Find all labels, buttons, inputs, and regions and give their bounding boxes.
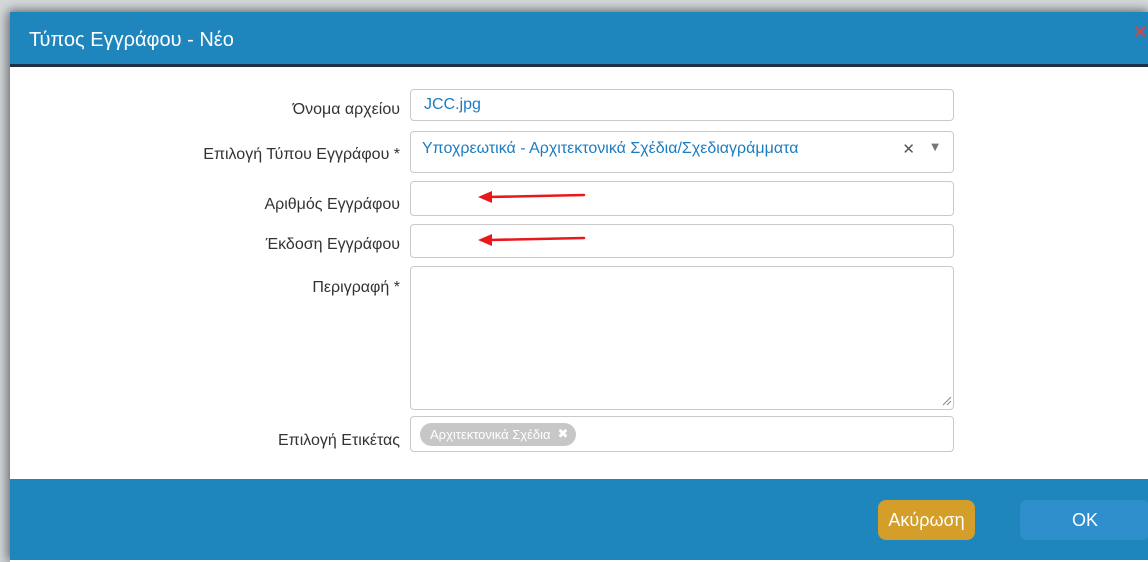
remove-tag-icon[interactable]: ✖ [558,427,569,442]
chevron-down-icon[interactable]: ▼ [931,142,939,153]
new-document-type-dialog: Τύπος Εγγράφου - Νέο ✕ Όνομα αρχείου Επι… [10,12,1148,562]
dialog-footer: Ακύρωση OK [10,479,1148,560]
document-type-select[interactable]: Υποχρεωτικά - Αρχιτεκτονικά Σχέδια/Σχεδι… [410,131,954,173]
cancel-button[interactable]: Ακύρωση [878,500,975,540]
description-label: Περιγραφή * [312,279,400,296]
file-name-label: Όνομα αρχείου [292,101,400,118]
document-type-selected-value: Υποχρεωτικά - Αρχιτεκτονικά Σχέδια/Σχεδι… [422,140,799,157]
arrow-annotation-document-number [478,191,586,203]
tag-select-label: Επιλογή Ετικέτας [278,432,400,449]
document-number-label: Αριθμός Εγγράφου [264,196,400,213]
file-name-input[interactable] [411,90,953,120]
description-textarea[interactable] [410,266,954,410]
tag-chip-label: Αρχιτεκτονικά Σχέδια [430,427,551,442]
document-version-label: Έκδοση Εγγράφου [265,236,400,253]
clear-icon[interactable]: ✕ [902,140,915,158]
document-type-label: Επιλογή Τύπου Εγγράφου * [203,146,400,163]
tag-select-field[interactable]: Αρχιτεκτονικά Σχέδια ✖ [410,416,954,452]
dialog-title: Τύπος Εγγράφου - Νέο [29,29,234,51]
arrow-annotation-document-version [478,234,586,246]
dialog-header: Τύπος Εγγράφου - Νέο ✕ [10,12,1148,67]
close-icon[interactable]: ✕ [1133,22,1148,43]
resize-grip-icon[interactable] [942,396,952,406]
file-name-field[interactable] [410,89,954,121]
tag-chip: Αρχιτεκτονικά Σχέδια ✖ [420,423,577,446]
ok-button[interactable]: OK [1020,500,1148,540]
